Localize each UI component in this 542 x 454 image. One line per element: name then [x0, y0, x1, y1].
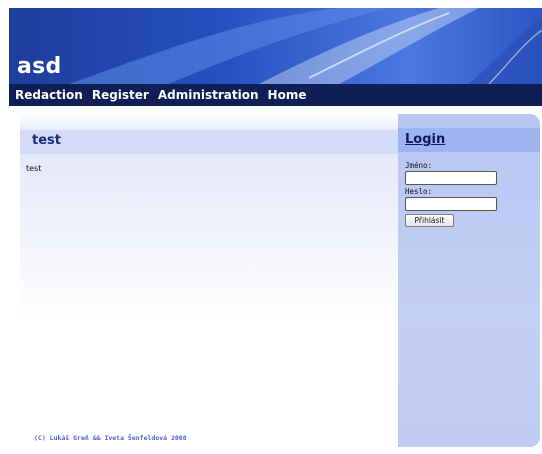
article-title: test: [32, 133, 61, 148]
main-title-bar: [20, 130, 398, 154]
login-submit-button[interactable]: Přihlásit: [405, 214, 454, 227]
header-swoosh-graphic: [69, 8, 542, 84]
site-title: asd: [17, 54, 62, 79]
login-sidebar: Login Jméno: Heslo: Přihlásit: [398, 114, 540, 447]
login-title: Login: [405, 132, 446, 147]
username-label: Jméno:: [405, 161, 433, 170]
nav-item-redaction[interactable]: Redaction: [15, 88, 83, 102]
article-body: test: [26, 164, 42, 173]
password-label: Heslo:: [405, 187, 433, 196]
main-content: test test (C) Lukáš Greň && Iveta Šenfel…: [20, 114, 398, 447]
nav-item-administration[interactable]: Administration: [158, 88, 259, 102]
nav-item-register[interactable]: Register: [92, 88, 149, 102]
main-navigation: Redaction Register Administration Home: [9, 84, 542, 106]
site-header: asd: [9, 8, 542, 84]
username-input[interactable]: [405, 171, 497, 185]
nav-item-home[interactable]: Home: [268, 88, 307, 102]
main-top-strip: [20, 114, 398, 130]
copyright-footer: (C) Lukáš Greň && Iveta Šenfeldová 2008: [34, 434, 187, 442]
password-input[interactable]: [405, 197, 497, 211]
